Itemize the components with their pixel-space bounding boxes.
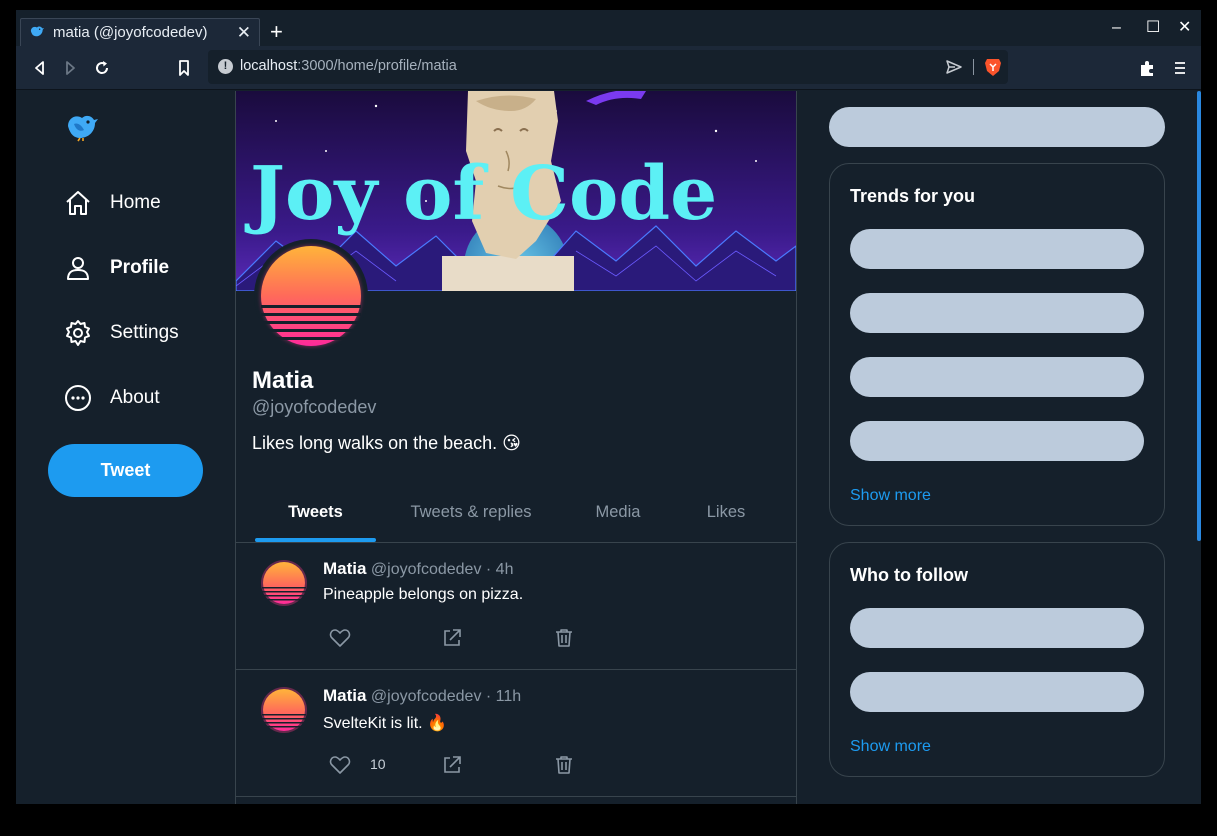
tab-bar: matia (@joyofcodedev) ✕ + – ☐ ✕ (16, 10, 1201, 46)
site-info-icon[interactable]: ! (218, 59, 233, 74)
sidebar: Home Profile Settings About Tweet (16, 91, 235, 804)
tweet-meta: @joyofcodedev · 4h (370, 561, 514, 578)
page-scrollbar[interactable] (1197, 91, 1201, 804)
bookmark-icon[interactable] (174, 58, 194, 78)
nav-about-label: About (110, 387, 160, 408)
trend-placeholder[interactable] (850, 229, 1144, 269)
trend-placeholder[interactable] (850, 293, 1144, 333)
profile-handle: @joyofcodedev (252, 397, 377, 417)
bird-logo-icon[interactable] (64, 109, 100, 143)
bird-favicon-icon (29, 24, 45, 41)
trends-panel: Trends for you Show more (829, 163, 1165, 526)
twitter-clone-page: Home Profile Settings About Tweet Joy of… (16, 91, 1201, 804)
heart-icon[interactable] (329, 627, 351, 649)
banner-title: Joy of Code (244, 151, 717, 237)
tab-tweets-replies[interactable]: Tweets & replies (396, 491, 546, 543)
tab-close-icon[interactable]: ✕ (237, 24, 251, 41)
browser-toolbar: ! localhost:3000/home/profile/matia (16, 46, 1201, 90)
send-icon[interactable] (946, 59, 962, 75)
follow-placeholder[interactable] (850, 608, 1144, 648)
right-column: Trends for you Show more Who to follow S… (797, 91, 1201, 804)
tweet-author[interactable]: Matia (323, 559, 366, 578)
profile-bio: Likes long walks on the beach. 😘 (252, 433, 521, 453)
tweet-text: SvelteKit is lit. 🔥 (323, 715, 447, 732)
like-count: 10 (370, 756, 386, 772)
tweet-meta: @joyofcodedev · 11h (370, 688, 522, 705)
tweet-avatar[interactable] (260, 686, 308, 734)
tweet-button[interactable]: Tweet (48, 444, 203, 497)
active-tab-indicator (255, 538, 376, 542)
home-icon (66, 191, 90, 215)
url-divider (973, 59, 974, 75)
trash-icon[interactable] (553, 754, 575, 776)
tweet-item[interactable]: Matia @joyofcodedev · 11h SvelteKit is l… (236, 670, 796, 797)
tweet-header: Matia @joyofcodedev · 4h (323, 559, 513, 579)
search-placeholder[interactable] (829, 107, 1165, 147)
tab-likes[interactable]: Likes (686, 491, 766, 543)
share-icon[interactable] (441, 754, 463, 776)
gear-icon (66, 320, 90, 346)
forward-icon[interactable] (60, 58, 80, 78)
main-column: Joy of Code Matia @joyofcodedev Likes lo… (235, 91, 797, 804)
trash-icon[interactable] (553, 627, 575, 649)
trend-placeholder[interactable] (850, 357, 1144, 397)
heart-icon[interactable] (329, 754, 351, 776)
tweet-header: Matia @joyofcodedev · 11h (323, 686, 521, 706)
nav-settings[interactable]: Settings (64, 313, 179, 353)
minimize-button[interactable]: – (1112, 18, 1121, 38)
nav-profile[interactable]: Profile (64, 248, 169, 288)
tweet-text: Pineapple belongs on pizza. (323, 586, 524, 603)
back-icon[interactable] (30, 58, 50, 78)
browser-tab[interactable]: matia (@joyofcodedev) ✕ (20, 18, 260, 46)
follow-show-more-link[interactable]: Show more (850, 738, 931, 756)
tweet-avatar[interactable] (260, 559, 308, 607)
tweet-author[interactable]: Matia (323, 686, 366, 705)
follow-panel: Who to follow Show more (829, 542, 1165, 777)
follow-placeholder[interactable] (850, 672, 1144, 712)
brave-shield-icon[interactable] (984, 57, 1002, 77)
profile-tabs: Tweets Tweets & replies Media Likes (236, 491, 796, 543)
url-path: :3000/home/profile/matia (297, 58, 457, 74)
nav-about[interactable]: About (64, 378, 160, 418)
nav-home-label: Home (110, 192, 161, 213)
tab-tweets[interactable]: Tweets (255, 491, 376, 543)
address-bar[interactable]: ! localhost:3000/home/profile/matia (208, 50, 1008, 84)
url-text[interactable]: localhost:3000/home/profile/matia (240, 58, 457, 74)
close-window-button[interactable]: ✕ (1178, 18, 1191, 38)
sunset-avatar-image (256, 241, 366, 351)
extensions-icon[interactable] (1137, 58, 1157, 78)
follow-title: Who to follow (850, 565, 968, 585)
nav-settings-label: Settings (110, 322, 179, 343)
profile-avatar (254, 239, 368, 353)
share-icon[interactable] (441, 627, 463, 649)
user-icon (67, 257, 89, 280)
reload-icon[interactable] (92, 58, 112, 78)
maximize-button[interactable]: ☐ (1146, 18, 1160, 38)
browser-window: matia (@joyofcodedev) ✕ + – ☐ ✕ ! localh… (16, 10, 1201, 804)
profile-name: Matia (252, 367, 314, 394)
ellipsis-circle-icon (65, 385, 91, 411)
tab-media[interactable]: Media (576, 491, 660, 543)
tweet-item[interactable]: Matia @joyofcodedev · 4h Pineapple belon… (236, 543, 796, 670)
trend-placeholder[interactable] (850, 421, 1144, 461)
trends-show-more-link[interactable]: Show more (850, 487, 931, 505)
new-tab-button[interactable]: + (270, 18, 283, 46)
scrollbar-thumb[interactable] (1197, 91, 1201, 541)
nav-home[interactable]: Home (64, 183, 161, 223)
menu-icon[interactable] (1170, 58, 1190, 78)
trends-title: Trends for you (850, 186, 976, 206)
url-host: localhost (240, 58, 298, 74)
nav-profile-label: Profile (110, 257, 170, 278)
tab-title: matia (@joyofcodedev) (53, 24, 208, 41)
